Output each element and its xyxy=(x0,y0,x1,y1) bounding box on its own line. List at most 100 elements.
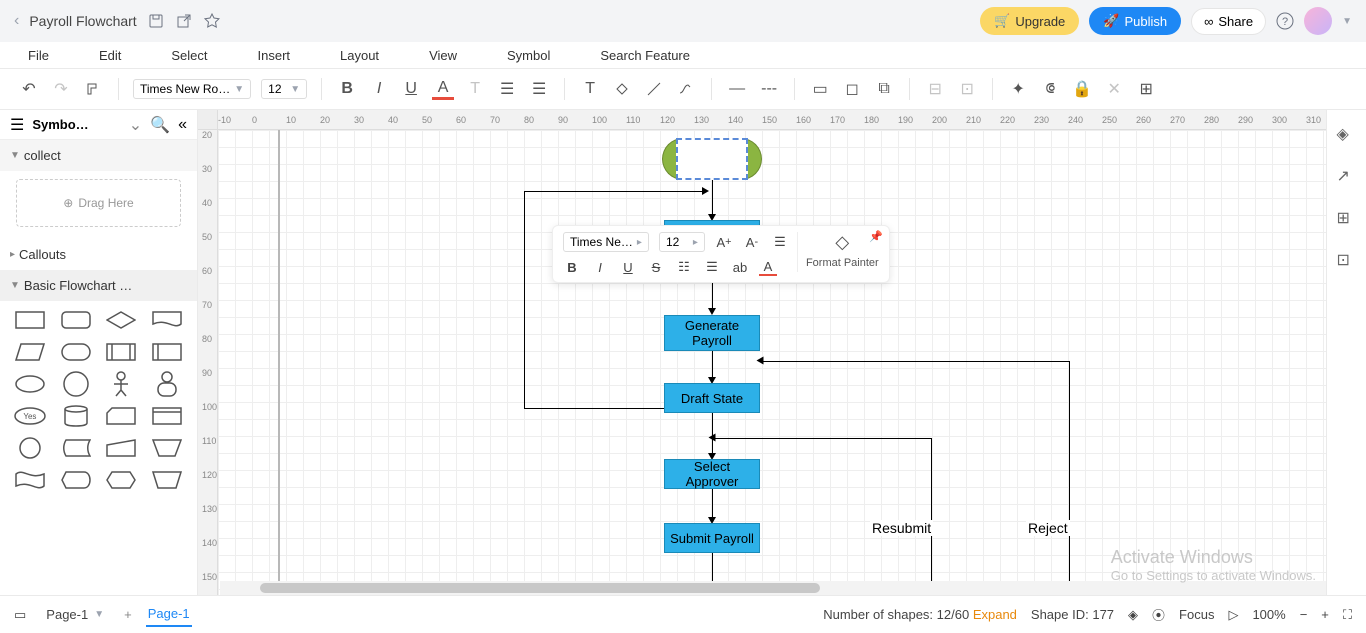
share-button[interactable]: ∞Share xyxy=(1191,8,1266,35)
flow-node-submit[interactable]: Submit Payroll xyxy=(664,523,760,553)
decrease-font-icon[interactable]: A- xyxy=(743,233,761,251)
mini-strike-icon[interactable]: S xyxy=(647,258,665,276)
line-spacing-icon[interactable]: ☰ xyxy=(528,78,550,100)
chevron-down-icon[interactable]: ⌄ xyxy=(129,115,142,135)
shape-ellipse[interactable] xyxy=(10,371,50,397)
star-icon[interactable] xyxy=(203,12,221,30)
open-external-icon[interactable] xyxy=(175,12,193,30)
shadow-icon[interactable]: ▭ xyxy=(809,78,831,100)
line-style-icon[interactable]: — xyxy=(726,78,748,100)
font-select[interactable]: Times New Ro…▼ xyxy=(133,79,251,99)
mini-bullet-list-icon[interactable]: ☰ xyxy=(703,258,721,276)
text-style-icon[interactable]: T xyxy=(464,78,486,100)
menu-search-feature[interactable]: Search Feature xyxy=(600,48,690,63)
sidebar-section-callouts[interactable]: ▸Callouts xyxy=(0,239,197,270)
zoom-out-icon[interactable]: − xyxy=(1300,607,1308,622)
add-page-icon[interactable]: + xyxy=(124,607,132,622)
shape-cylinder[interactable] xyxy=(56,403,96,429)
mini-align-icon[interactable]: ☰ xyxy=(771,233,789,251)
menu-view[interactable]: View xyxy=(429,48,457,63)
floating-format-toolbar[interactable]: 📌 Times Ne…▸ 12▸ A+ A- ☰ B I xyxy=(552,225,890,283)
flow-node-draft[interactable]: Draft State xyxy=(664,383,760,413)
avatar[interactable] xyxy=(1304,7,1332,35)
sidebar-section-basic-flowchart[interactable]: ▼Basic Flowchart … xyxy=(0,270,197,301)
drag-here-zone[interactable]: ⊕Drag Here xyxy=(16,179,181,227)
menu-symbol[interactable]: Symbol xyxy=(507,48,550,63)
help-icon[interactable]: ? xyxy=(1276,12,1294,30)
save-icon[interactable] xyxy=(147,12,165,30)
grid-icon[interactable]: ⊞ xyxy=(1135,78,1157,100)
menu-select[interactable]: Select xyxy=(171,48,207,63)
connector-icon[interactable] xyxy=(675,78,697,100)
sidebar-section-collect[interactable]: ▼collect xyxy=(0,140,197,171)
shape-stored-data[interactable] xyxy=(56,435,96,461)
shape-trapezoid[interactable] xyxy=(147,435,187,461)
font-size-select[interactable]: 12▼ xyxy=(261,79,307,99)
font-color-icon[interactable]: A xyxy=(432,78,454,100)
shape-person[interactable] xyxy=(147,371,187,397)
comment-icon[interactable]: ⊡ xyxy=(1337,250,1357,270)
shape-subprocess[interactable] xyxy=(147,403,187,429)
fill-color-icon[interactable] xyxy=(611,78,633,100)
canvas-area[interactable]: -100102030405060708090100110120130140150… xyxy=(198,110,1326,595)
pin-icon[interactable]: 📌 xyxy=(869,230,883,243)
format-painter-icon[interactable] xyxy=(82,78,104,100)
expand-link[interactable]: Expand xyxy=(973,607,1017,622)
apps-icon[interactable]: ⊞ xyxy=(1337,208,1357,228)
export-icon[interactable]: ↗ xyxy=(1337,166,1357,186)
mini-underline-icon[interactable]: U xyxy=(619,258,637,276)
shape-display[interactable] xyxy=(56,467,96,493)
publish-button[interactable]: 🚀Publish xyxy=(1089,7,1181,35)
text-tool-icon[interactable]: T xyxy=(579,78,601,100)
lock-icon[interactable]: 🔒 xyxy=(1071,78,1093,100)
crop-icon[interactable]: ⟃ xyxy=(1039,78,1061,100)
focus-label[interactable]: Focus xyxy=(1179,607,1214,622)
shape-tape[interactable] xyxy=(10,467,50,493)
align-left-icon[interactable]: ☰ xyxy=(496,78,518,100)
redo-icon[interactable]: ↷ xyxy=(50,78,72,100)
shape-capsule[interactable] xyxy=(56,339,96,365)
flow-node-generate[interactable]: Generate Payroll xyxy=(664,315,760,351)
back-icon[interactable]: ‹ xyxy=(14,12,19,30)
horizontal-scrollbar[interactable] xyxy=(220,581,1326,595)
shape-parallelogram[interactable] xyxy=(10,339,50,365)
shape-manual-op[interactable] xyxy=(147,467,187,493)
copy-style-icon[interactable]: ⧉ xyxy=(873,78,895,100)
shape-hexagon[interactable] xyxy=(102,467,142,493)
shape-internal-storage[interactable] xyxy=(147,339,187,365)
theme-icon[interactable]: ◈ xyxy=(1337,124,1357,144)
underline-icon[interactable]: U xyxy=(400,78,422,100)
shape-manual-input[interactable] xyxy=(102,435,142,461)
menu-file[interactable]: File xyxy=(28,48,49,63)
mini-numbered-list-icon[interactable]: ☷ xyxy=(675,258,693,276)
shape-rect[interactable] xyxy=(10,307,50,333)
play-icon[interactable]: ▷ xyxy=(1228,607,1238,623)
flow-start-terminator[interactable] xyxy=(662,138,762,180)
collapse-icon[interactable]: « xyxy=(178,116,187,134)
align-shapes-icon[interactable]: ⊟ xyxy=(924,78,946,100)
shape-yes-label[interactable]: Yes xyxy=(10,403,50,429)
menu-insert[interactable]: Insert xyxy=(258,48,291,63)
menu-edit[interactable]: Edit xyxy=(99,48,121,63)
upgrade-button[interactable]: 🛒Upgrade xyxy=(980,7,1079,35)
shape-diamond[interactable] xyxy=(102,307,142,333)
shape-actor[interactable] xyxy=(102,371,142,397)
focus-target-icon[interactable]: ⦿ xyxy=(1152,605,1165,624)
shape-connector-circle[interactable] xyxy=(10,435,50,461)
shape-predefined[interactable] xyxy=(102,339,142,365)
round-corner-icon[interactable]: ◻ xyxy=(841,78,863,100)
shape-card[interactable] xyxy=(102,403,142,429)
mini-format-painter[interactable]: ◇ Format Painter xyxy=(806,232,879,276)
effects-icon[interactable]: ✦ xyxy=(1007,78,1029,100)
zoom-in-icon[interactable]: + xyxy=(1321,607,1329,622)
mini-italic-icon[interactable]: I xyxy=(591,258,609,276)
italic-icon[interactable]: I xyxy=(368,78,390,100)
mini-ab-icon[interactable]: ab xyxy=(731,258,749,276)
menu-layout[interactable]: Layout xyxy=(340,48,379,63)
shape-document[interactable] xyxy=(147,307,187,333)
flow-node-select-approver[interactable]: Select Approver xyxy=(664,459,760,489)
fullscreen-icon[interactable]: ⛶ xyxy=(1343,607,1352,623)
mini-font-color-icon[interactable]: A xyxy=(759,258,777,276)
avatar-caret-icon[interactable]: ▼ xyxy=(1342,16,1352,27)
canvas[interactable]: Generate Payroll Draft State Select Appr… xyxy=(218,130,1326,595)
